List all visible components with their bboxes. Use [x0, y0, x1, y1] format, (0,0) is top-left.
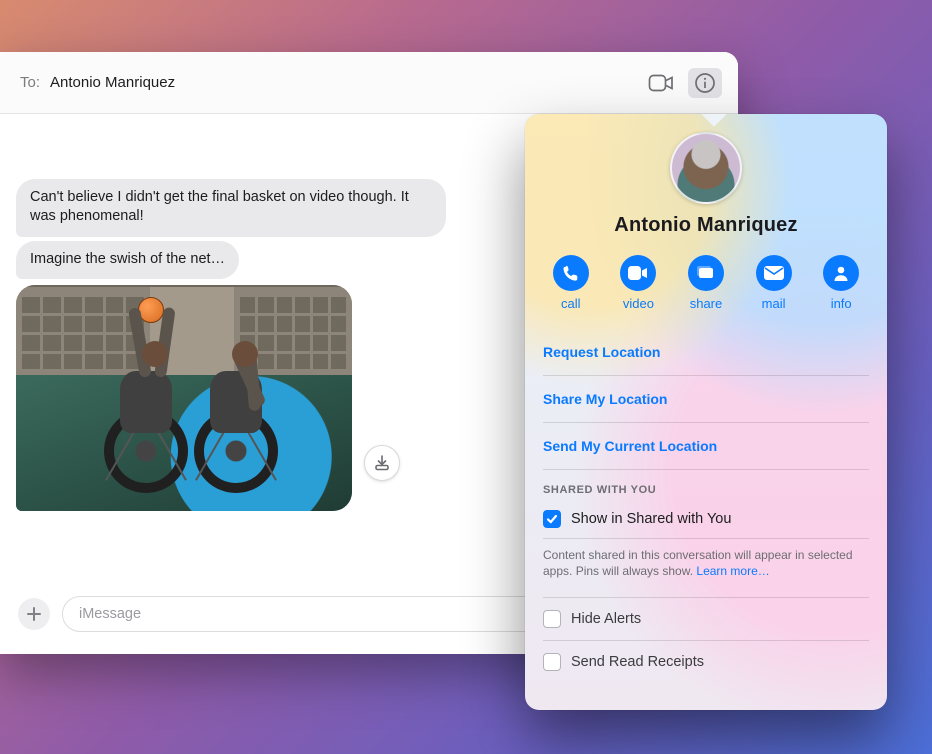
conversation-header: To: Antonio Manriquez: [0, 52, 738, 114]
video-icon: [628, 266, 648, 280]
mail-icon: [764, 266, 784, 280]
details-popover: Antonio Manriquez call video share mail …: [525, 114, 887, 710]
to-recipient[interactable]: Antonio Manriquez: [50, 74, 175, 91]
send-read-receipts-checkbox[interactable]: [543, 653, 561, 671]
facetime-button[interactable]: [644, 68, 678, 98]
share-action[interactable]: share: [676, 255, 736, 311]
shared-with-you-heading: Shared with You: [543, 470, 869, 496]
show-in-shared-label: Show in Shared with You: [571, 511, 731, 527]
action-label: call: [561, 296, 581, 311]
video-action[interactable]: video: [608, 255, 668, 311]
contact-avatar[interactable]: [670, 132, 742, 204]
show-in-shared-row[interactable]: Show in Shared with You: [543, 496, 869, 539]
screen-share-icon: [697, 266, 715, 280]
info-action[interactable]: info: [811, 255, 871, 311]
phone-icon: [562, 264, 580, 282]
image-attachment[interactable]: [16, 285, 352, 511]
quick-actions: call video share mail info: [525, 241, 887, 329]
save-attachment-button[interactable]: [364, 445, 400, 481]
video-icon: [648, 74, 674, 92]
send-current-location-item[interactable]: Send My Current Location: [543, 423, 869, 470]
message-bubble[interactable]: Imagine the swish of the net…: [16, 241, 239, 280]
popover-header: Antonio Manriquez: [525, 114, 887, 241]
popover-list: Request Location Share My Location Send …: [525, 329, 887, 683]
share-my-location-item[interactable]: Share My Location: [543, 376, 869, 423]
call-action[interactable]: call: [541, 255, 601, 311]
person-icon: [832, 264, 850, 282]
download-icon: [373, 454, 391, 472]
contact-name: Antonio Manriquez: [614, 214, 797, 237]
shared-with-you-note: Content shared in this conversation will…: [543, 539, 869, 597]
request-location-item[interactable]: Request Location: [543, 329, 869, 376]
learn-more-link[interactable]: Learn more…: [696, 564, 769, 578]
action-label: info: [831, 296, 852, 311]
hide-alerts-label: Hide Alerts: [571, 611, 641, 627]
show-in-shared-checkbox[interactable]: [543, 510, 561, 528]
to-label: To:: [20, 74, 40, 91]
message-input-placeholder: iMessage: [79, 606, 141, 622]
hide-alerts-checkbox[interactable]: [543, 610, 561, 628]
info-icon: [694, 72, 716, 94]
action-label: video: [623, 296, 654, 311]
mail-action[interactable]: mail: [744, 255, 804, 311]
hide-alerts-row[interactable]: Hide Alerts: [543, 597, 869, 640]
action-label: share: [690, 296, 723, 311]
check-icon: [546, 513, 558, 525]
action-label: mail: [762, 296, 786, 311]
send-read-receipts-row[interactable]: Send Read Receipts: [543, 640, 869, 683]
send-read-receipts-label: Send Read Receipts: [571, 654, 704, 670]
plus-icon: [26, 606, 42, 622]
details-button[interactable]: [688, 68, 722, 98]
message-bubble[interactable]: Can't believe I didn't get the final bas…: [16, 179, 446, 237]
apps-button[interactable]: [18, 598, 50, 630]
